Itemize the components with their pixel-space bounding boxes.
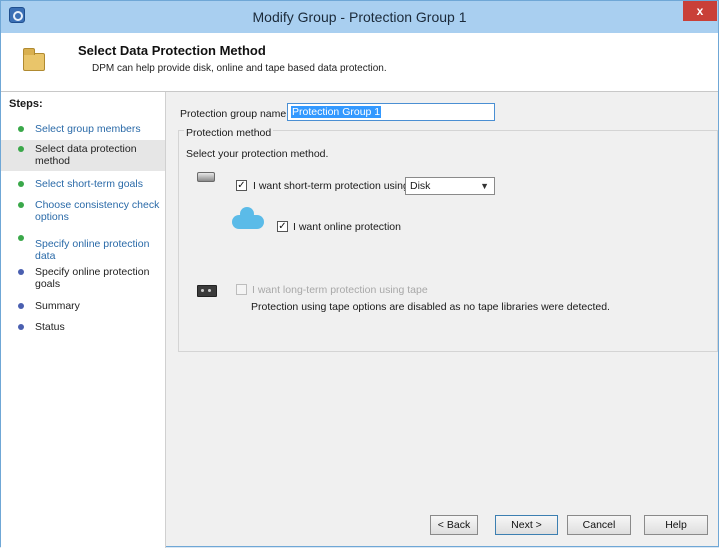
step-label: Select short-term goals xyxy=(35,178,143,190)
step-complete-bullet-icon xyxy=(18,181,24,187)
cloud-icon xyxy=(232,207,264,229)
step-select-short-term-goals[interactable]: Select short-term goals xyxy=(1,178,165,190)
step-label: Select group members xyxy=(35,123,141,135)
step-pending-bullet-icon xyxy=(18,269,24,275)
wizard-window: Modify Group - Protection Group 1 x Sele… xyxy=(0,0,719,548)
online-protection-checkbox[interactable]: ✓ xyxy=(277,221,288,232)
step-label: Choose consistency check options xyxy=(35,199,160,223)
short-term-label: I want short-term protection using: xyxy=(253,180,412,192)
page-title: Select Data Protection Method xyxy=(78,43,266,58)
step-pending-bullet-icon xyxy=(18,324,24,330)
window-title: Modify Group - Protection Group 1 xyxy=(252,9,467,25)
short-term-media-value: Disk xyxy=(410,180,431,192)
step-select-data-protection-method[interactable]: Select data protection method xyxy=(1,140,165,171)
step-status[interactable]: Status xyxy=(1,321,165,333)
step-select-group-members[interactable]: Select group members xyxy=(1,123,165,135)
tape-protection-checkbox[interactable] xyxy=(236,284,247,295)
step-label: Status xyxy=(35,321,65,333)
method-prompt: Select your protection method. xyxy=(186,148,329,160)
online-protection-label: I want online protection xyxy=(293,221,401,233)
step-pending-bullet-icon xyxy=(18,303,24,309)
step-specify-online-protection-data[interactable]: Specify online protection data xyxy=(1,235,165,262)
back-button[interactable]: < Back xyxy=(430,515,478,535)
protection-method-groupbox xyxy=(178,130,718,352)
step-complete-bullet-icon xyxy=(18,202,24,208)
tape-protection-label: I want long-term protection using tape xyxy=(252,284,428,296)
step-label: Summary xyxy=(35,300,80,312)
step-summary[interactable]: Summary xyxy=(1,300,165,312)
step-label: Specify online protection data xyxy=(35,238,150,262)
step-specify-online-protection-goals[interactable]: Specify online protection goals xyxy=(1,266,165,290)
steps-panel: Steps: Select group members Select data … xyxy=(1,92,166,548)
protection-method-legend: Protection method xyxy=(184,127,274,139)
wizard-header: Select Data Protection Method DPM can he… xyxy=(1,33,718,92)
step-complete-bullet-icon xyxy=(18,235,24,241)
step-complete-bullet-icon xyxy=(18,126,24,132)
cancel-button[interactable]: Cancel xyxy=(567,515,631,535)
disk-icon xyxy=(197,172,215,182)
tape-icon xyxy=(197,285,217,297)
help-button[interactable]: Help xyxy=(644,515,708,535)
step-complete-bullet-icon xyxy=(18,146,24,152)
short-term-checkbox[interactable]: ✓ xyxy=(236,180,247,191)
title-bar[interactable]: Modify Group - Protection Group 1 x xyxy=(1,1,718,33)
short-term-media-select[interactable]: Disk ▼ xyxy=(405,177,495,195)
chevron-down-icon: ▼ xyxy=(480,181,489,191)
folder-icon xyxy=(23,48,45,71)
next-button[interactable]: Next > xyxy=(495,515,558,535)
step-label: Specify online protection goals xyxy=(35,266,150,290)
content-panel: Protection group name: Protection Group … xyxy=(166,92,718,548)
steps-title: Steps: xyxy=(9,98,43,110)
step-label: Select data protection method xyxy=(35,143,137,167)
group-name-value: Protection Group 1 xyxy=(291,106,382,118)
close-button[interactable]: x xyxy=(683,1,717,21)
tape-disabled-note: Protection using tape options are disabl… xyxy=(251,301,610,313)
group-name-input[interactable]: Protection Group 1 xyxy=(287,103,495,121)
page-subtitle: DPM can help provide disk, online and ta… xyxy=(92,63,387,74)
step-choose-consistency-check-options[interactable]: Choose consistency check options xyxy=(1,199,165,223)
group-name-label: Protection group name: xyxy=(180,108,290,120)
